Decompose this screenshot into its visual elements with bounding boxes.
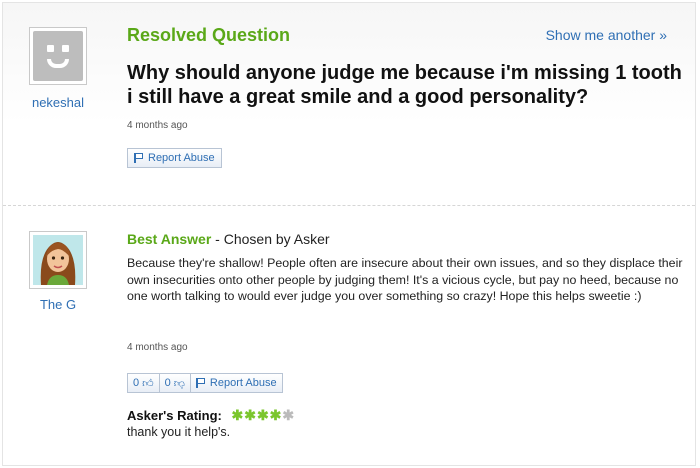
thumbs-down-count: 0 (164, 377, 171, 389)
thumbs-up-count: 0 (133, 377, 140, 389)
girl-avatar-icon (33, 235, 83, 285)
best-answer-label: Best Answer (127, 231, 212, 247)
page-frame: nekeshal Resolved Question Show me anoth… (2, 2, 696, 466)
smiley-face-icon (33, 31, 83, 81)
report-abuse-label: Report Abuse (148, 152, 215, 164)
star-icon: ✱ (256, 407, 270, 423)
thumbs-down-button[interactable]: 0 👎︎ (158, 373, 191, 393)
answer-action-buttons: 0 👍︎ 0 👎︎ Report Abuse (127, 373, 283, 393)
answer-text: Because they're shallow! People often ar… (127, 256, 683, 303)
section-divider (3, 205, 695, 206)
thumbs-up-icon: 👍︎ (142, 377, 154, 390)
thumbs-down-icon: 👎︎ (173, 377, 185, 390)
resolved-question-heading: Resolved Question (127, 25, 291, 45)
asker-rating-label: Asker's Rating: (127, 408, 222, 423)
rating-comment: thank you it help's. (127, 425, 231, 439)
answer-timestamp: 4 months ago (127, 342, 188, 353)
asker-name-link[interactable]: nekeshal (18, 95, 98, 110)
flag-icon (134, 153, 143, 163)
answerer-name-link[interactable]: The G (18, 297, 98, 312)
best-answer-heading: Best Answer - Chosen by Asker (127, 231, 330, 247)
thumbs-up-button[interactable]: 0 👍︎ (127, 373, 160, 393)
star-icon: ✱ (269, 407, 283, 423)
star-icon: ✱ (231, 407, 245, 423)
star-icon: ✱ (244, 407, 257, 423)
answerer-avatar[interactable] (29, 231, 87, 289)
question-section: nekeshal Resolved Question Show me anoth… (3, 3, 695, 203)
asker-rating: Asker's Rating: ✱✱✱✱✱ (127, 407, 295, 424)
star-icon: ✱ (282, 407, 296, 423)
answer-report-abuse-button[interactable]: Report Abuse (189, 373, 283, 393)
asker-avatar[interactable] (29, 27, 87, 85)
report-abuse-label: Report Abuse (209, 377, 277, 389)
rating-stars: ✱✱✱✱✱ (231, 407, 295, 423)
question-title: Why should anyone judge me because i'm m… (127, 62, 682, 108)
answer-section: The G Best Answer - Chosen by Asker Beca… (3, 209, 695, 467)
chosen-by-label: - Chosen by Asker (211, 231, 330, 247)
flag-icon (195, 378, 205, 388)
question-report-abuse-button[interactable]: Report Abuse (127, 148, 222, 168)
question-timestamp: 4 months ago (127, 120, 188, 131)
show-another-link[interactable]: Show me another » (546, 27, 667, 43)
